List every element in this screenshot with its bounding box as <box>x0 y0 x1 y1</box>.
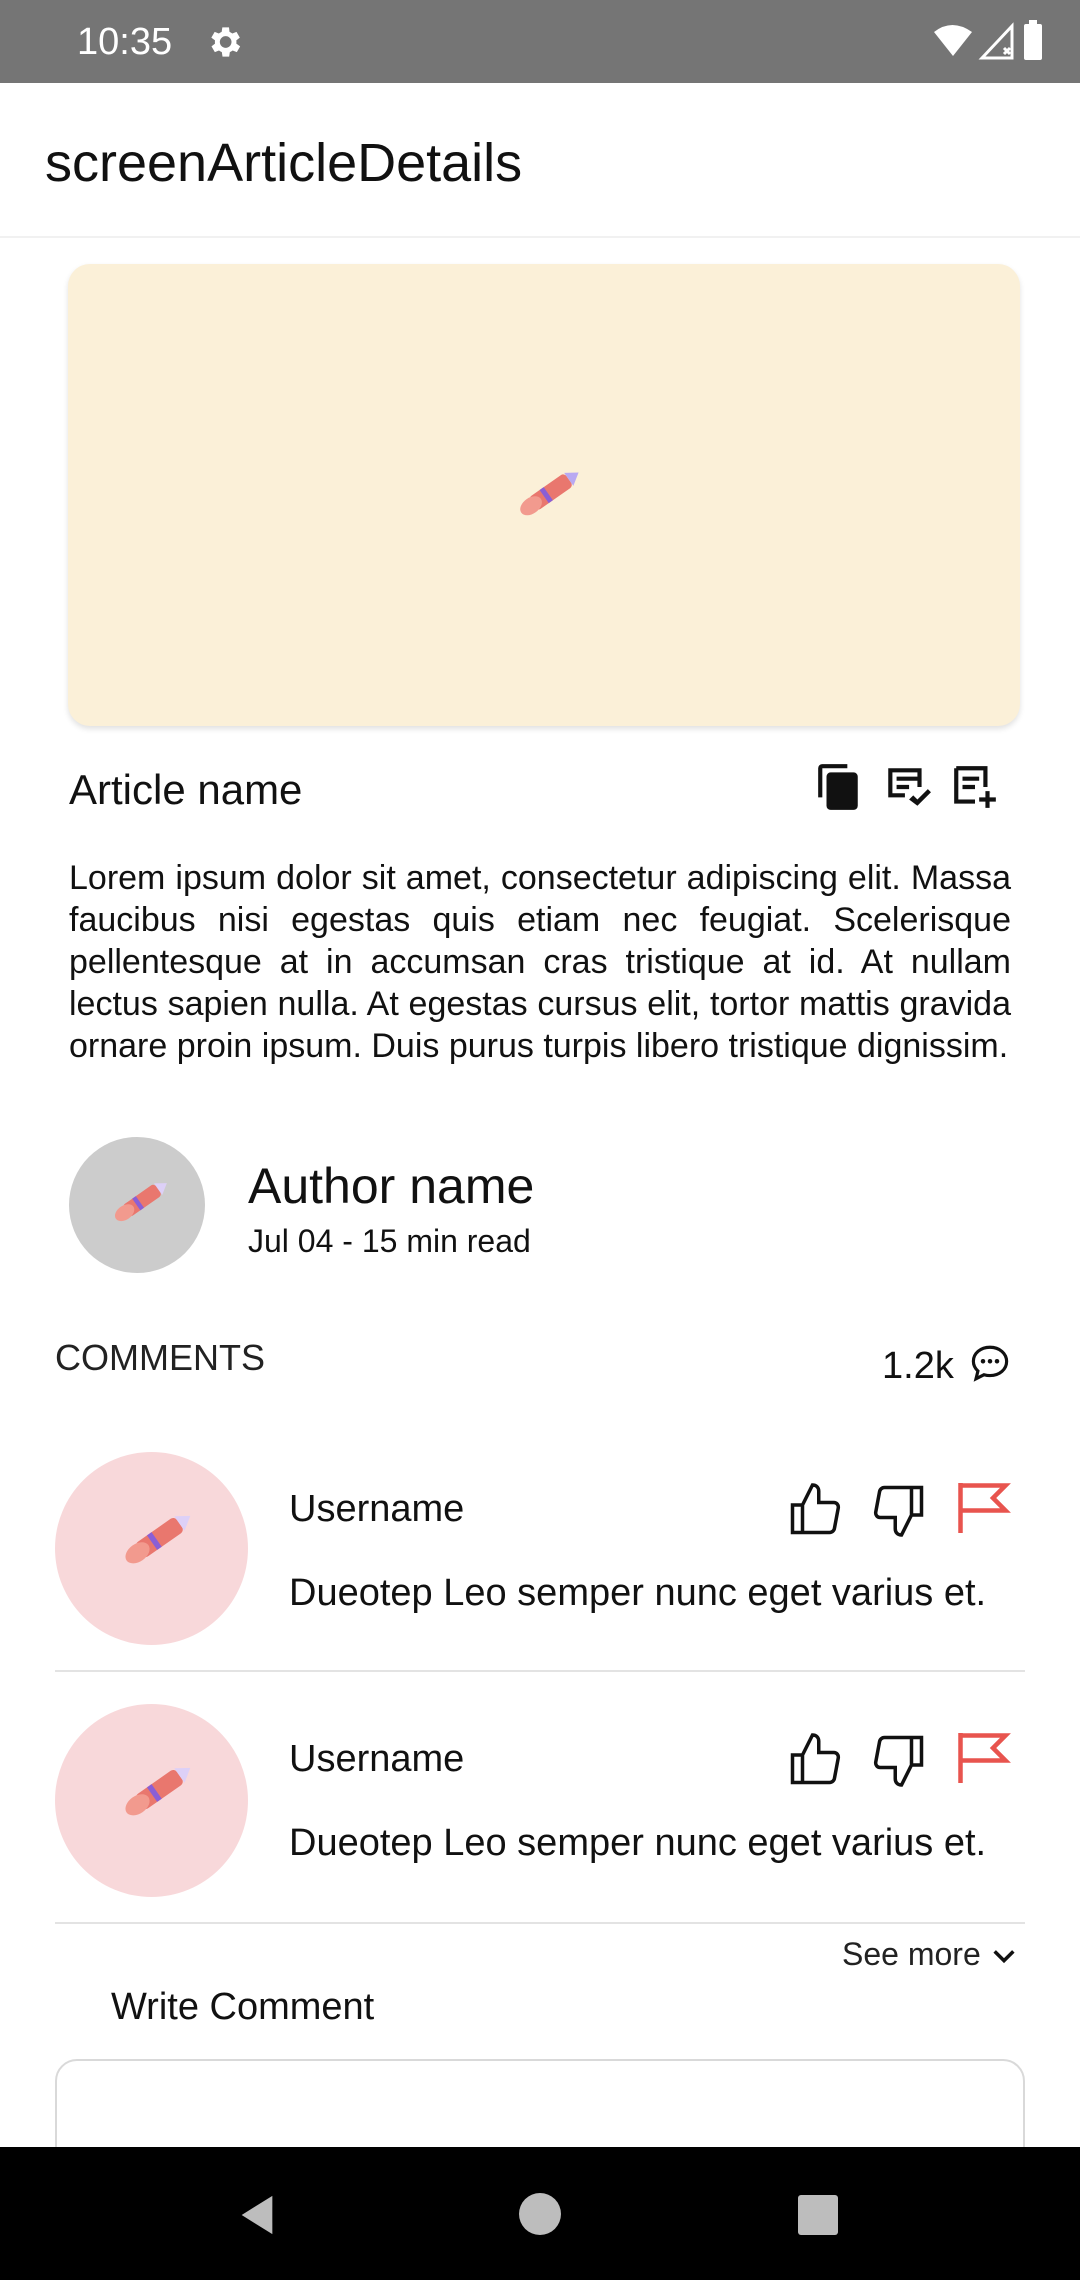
comment-text: Dueotep Leo semper nunc eget varius et. <box>289 1572 987 1614</box>
playlist-add-icon[interactable] <box>950 762 1000 812</box>
comment-username: Username <box>289 1738 465 1780</box>
author-meta: Jul 04 - 15 min read <box>248 1223 531 1259</box>
see-more-link[interactable]: See more <box>842 1934 981 1974</box>
thumbs-down-icon[interactable] <box>869 1730 929 1790</box>
recent-apps-icon[interactable] <box>798 2195 838 2235</box>
chevron-down-icon[interactable] <box>990 1942 1018 1970</box>
status-icons <box>934 20 1042 60</box>
user-avatar <box>55 1452 248 1645</box>
author-avatar <box>69 1137 205 1273</box>
comment-text: Dueotep Leo semper nunc eget varius et. <box>289 1822 987 1864</box>
status-time: 10:35 <box>77 21 173 63</box>
comments-heading: COMMENTS <box>55 1337 265 1378</box>
brush-placeholder-icon <box>125 1767 191 1816</box>
write-comment-label: Write Comment <box>111 1986 375 2028</box>
app-bar: screenArticleDetails <box>0 83 1080 238</box>
rate-review-icon[interactable] <box>882 762 932 812</box>
comment-username: Username <box>289 1488 465 1530</box>
comment-bubble-icon[interactable] <box>968 1342 1012 1384</box>
settings-gear-icon <box>211 27 241 57</box>
comment-item: Username Dueotep Leo semper nunc eget va… <box>55 1674 1025 1924</box>
article-title: Article name <box>69 766 303 813</box>
home-icon[interactable] <box>519 2193 561 2235</box>
page-title: screenArticleDetails <box>45 133 523 193</box>
thumbs-up-icon[interactable] <box>785 1480 845 1540</box>
status-bar: 10:35 <box>0 0 1080 83</box>
article-actions <box>814 762 1010 814</box>
battery-icon <box>1024 24 1042 60</box>
comment-item: Username Dueotep Leo semper nunc eget va… <box>55 1422 1025 1672</box>
copy-icon[interactable] <box>814 762 864 812</box>
wifi-icon <box>934 25 972 56</box>
brush-placeholder-icon <box>114 1183 167 1222</box>
brush-placeholder-icon <box>520 472 579 516</box>
flag-icon[interactable] <box>953 1478 1013 1538</box>
author-name: Author name <box>248 1158 535 1214</box>
flag-icon[interactable] <box>953 1728 1013 1788</box>
comments-count: 1.2k <box>882 1345 954 1387</box>
user-avatar <box>55 1704 248 1897</box>
thumbs-down-icon[interactable] <box>869 1480 929 1540</box>
article-body: Lorem ipsum dolor sit amet, consectetur … <box>69 859 1011 1065</box>
thumbs-up-icon[interactable] <box>785 1730 845 1790</box>
brush-placeholder-icon <box>125 1515 191 1564</box>
back-icon[interactable] <box>234 2192 280 2238</box>
